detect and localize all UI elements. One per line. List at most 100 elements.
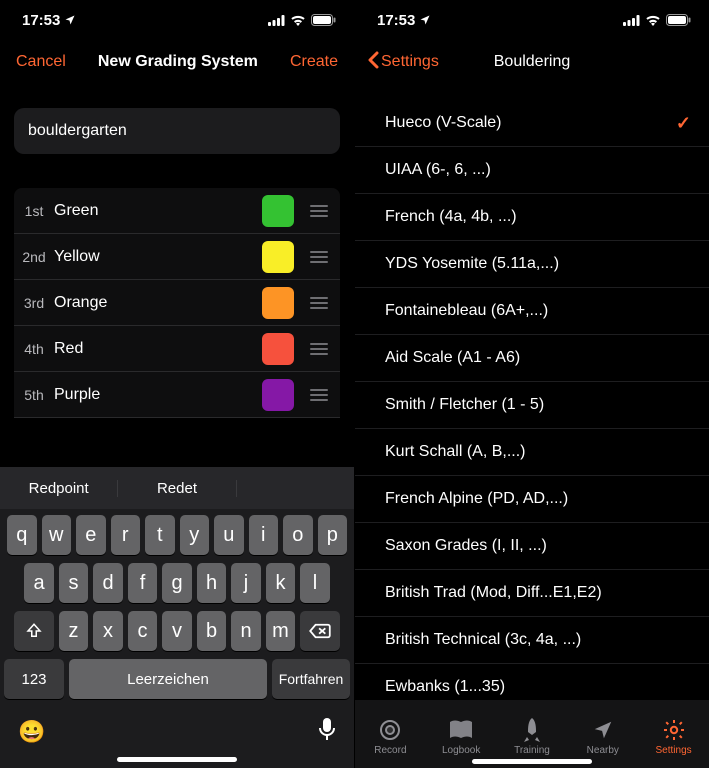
key-y[interactable]: y — [180, 515, 210, 555]
back-button[interactable]: Settings — [367, 51, 439, 74]
key-j[interactable]: j — [231, 563, 261, 603]
grading-system-item[interactable]: Saxon Grades (I, II, ...) — [355, 523, 709, 570]
grading-systems-list[interactable]: Hueco (V-Scale)✓ UIAA (6-, 6, ...) French … — [355, 84, 709, 700]
grading-system-item[interactable]: Ewbanks (1...35) — [355, 664, 709, 700]
suggestion-2[interactable]: Redet — [118, 480, 236, 497]
drag-handle-icon[interactable] — [304, 251, 334, 263]
status-time: 17:53 — [22, 12, 60, 29]
key-m[interactable]: m — [266, 611, 296, 651]
cancel-button[interactable]: Cancel — [16, 53, 66, 71]
grade-row[interactable]: 3rdOrange — [14, 280, 340, 326]
key-z[interactable]: z — [59, 611, 89, 651]
key-r[interactable]: r — [111, 515, 141, 555]
item-label: French (4a, 4b, ...) — [385, 208, 517, 226]
dictation-key[interactable] — [318, 717, 336, 747]
drag-handle-icon[interactable] — [304, 389, 334, 401]
color-swatch[interactable] — [262, 287, 294, 319]
grade-row[interactable]: 2ndYellow — [14, 234, 340, 280]
key-p[interactable]: p — [318, 515, 348, 555]
tab-label: Logbook — [442, 745, 480, 756]
item-label: Aid Scale (A1 - A6) — [385, 349, 520, 367]
grading-system-item[interactable]: British Technical (3c, 4a, ...) — [355, 617, 709, 664]
delete-key[interactable] — [300, 611, 340, 651]
tab-training[interactable]: Training — [497, 700, 568, 768]
key-h[interactable]: h — [197, 563, 227, 603]
key-g[interactable]: g — [162, 563, 192, 603]
create-button[interactable]: Create — [290, 53, 338, 71]
item-label: Ewbanks (1...35) — [385, 678, 505, 696]
keyboard-suggestions: Redpoint Redet — [0, 467, 354, 509]
status-time: 17:53 — [377, 12, 415, 29]
grading-system-item[interactable]: Hueco (V-Scale)✓ — [355, 100, 709, 147]
grade-name: Purple — [54, 386, 262, 404]
drag-handle-icon[interactable] — [304, 343, 334, 355]
grading-system-item[interactable]: French Alpine (PD, AD,...) — [355, 476, 709, 523]
item-label: British Trad (Mod, Diff...E1,E2) — [385, 584, 602, 602]
grading-system-item[interactable]: YDS Yosemite (5.11a,...) — [355, 241, 709, 288]
item-label: Saxon Grades (I, II, ...) — [385, 537, 547, 555]
space-key[interactable]: Leerzeichen — [69, 659, 267, 699]
key-x[interactable]: x — [93, 611, 123, 651]
grade-name: Orange — [54, 294, 262, 312]
grading-system-item[interactable]: Fontainebleau (6A+,...) — [355, 288, 709, 335]
color-swatch[interactable] — [262, 333, 294, 365]
screen-bouldering-systems: 17:53 Settings Bouldering Hueco (V-Sc — [355, 0, 709, 768]
tab-logbook[interactable]: Logbook — [426, 700, 497, 768]
key-t[interactable]: t — [145, 515, 175, 555]
grade-name: Red — [54, 340, 262, 358]
key-b[interactable]: b — [197, 611, 227, 651]
grade-ordinal: 1st — [14, 203, 54, 219]
grade-row[interactable]: 5thPurple — [14, 372, 340, 418]
key-k[interactable]: k — [266, 563, 296, 603]
key-l[interactable]: l — [300, 563, 330, 603]
grade-row[interactable]: 4thRed — [14, 326, 340, 372]
system-name-input[interactable] — [14, 108, 340, 154]
key-o[interactable]: o — [283, 515, 313, 555]
grade-ordinal: 4th — [14, 341, 54, 357]
key-s[interactable]: s — [59, 563, 89, 603]
return-key[interactable]: Fortfahren — [272, 659, 350, 699]
key-u[interactable]: u — [214, 515, 244, 555]
shift-key[interactable] — [14, 611, 54, 651]
drag-handle-icon[interactable] — [304, 297, 334, 309]
status-bar: 17:53 — [0, 0, 354, 40]
grading-system-item[interactable]: UIAA (6-, 6, ...) — [355, 147, 709, 194]
item-label: UIAA (6-, 6, ...) — [385, 161, 491, 179]
color-swatch[interactable] — [262, 241, 294, 273]
numbers-key[interactable]: 123 — [4, 659, 64, 699]
home-indicator[interactable] — [117, 757, 237, 762]
grading-system-item[interactable]: Kurt Schall (A, B,...) — [355, 429, 709, 476]
key-d[interactable]: d — [93, 563, 123, 603]
color-swatch[interactable] — [262, 195, 294, 227]
key-e[interactable]: e — [76, 515, 106, 555]
home-indicator[interactable] — [472, 759, 592, 764]
status-bar: 17:53 — [355, 0, 709, 40]
suggestion-1[interactable]: Redpoint — [0, 480, 118, 497]
key-w[interactable]: w — [42, 515, 72, 555]
keyboard-bottom-bar: 😀 — [0, 711, 354, 753]
emoji-key[interactable]: 😀 — [18, 719, 45, 745]
arrow-icon — [592, 717, 614, 743]
tab-nearby[interactable]: Nearby — [567, 700, 638, 768]
tab-record[interactable]: Record — [355, 700, 426, 768]
color-swatch[interactable] — [262, 379, 294, 411]
grading-system-item[interactable]: British Trad (Mod, Diff...E1,E2) — [355, 570, 709, 617]
item-label: YDS Yosemite (5.11a,...) — [385, 255, 559, 273]
tab-settings[interactable]: Settings — [638, 700, 709, 768]
key-c[interactable]: c — [128, 611, 158, 651]
grading-system-item[interactable]: French (4a, 4b, ...) — [355, 194, 709, 241]
grade-row[interactable]: 1stGreen — [14, 188, 340, 234]
key-f[interactable]: f — [128, 563, 158, 603]
drag-handle-icon[interactable] — [304, 205, 334, 217]
key-q[interactable]: q — [7, 515, 37, 555]
key-i[interactable]: i — [249, 515, 279, 555]
grading-system-item[interactable]: Smith / Fletcher (1 - 5) — [355, 382, 709, 429]
nav-bar: Settings Bouldering — [355, 40, 709, 84]
tab-label: Nearby — [587, 745, 619, 756]
gear-icon — [662, 717, 686, 743]
key-v[interactable]: v — [162, 611, 192, 651]
key-a[interactable]: a — [24, 563, 54, 603]
grading-system-item[interactable]: Aid Scale (A1 - A6) — [355, 335, 709, 382]
item-label: Smith / Fletcher (1 - 5) — [385, 396, 544, 414]
key-n[interactable]: n — [231, 611, 261, 651]
